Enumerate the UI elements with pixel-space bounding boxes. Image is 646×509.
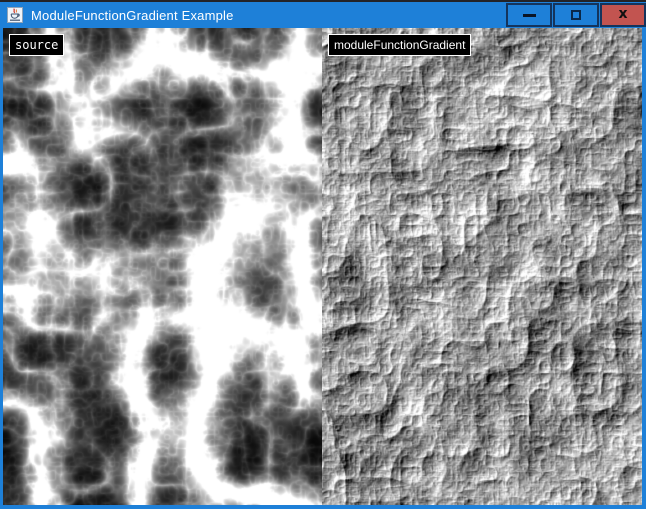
image-viewer: source moduleFunctionGradient: [3, 28, 642, 505]
minimize-icon: [523, 14, 536, 17]
maximize-button[interactable]: [553, 3, 599, 27]
source-image-label: source: [9, 34, 64, 56]
app-window: ModuleFunctionGradient Example x source …: [0, 0, 646, 509]
window-controls: x: [506, 1, 646, 29]
gradient-image-label: moduleFunctionGradient: [328, 34, 471, 56]
java-coffee-cup-icon: [7, 7, 23, 23]
close-icon: x: [618, 7, 627, 21]
gradient-image: [322, 28, 642, 505]
minimize-button[interactable]: [506, 3, 552, 27]
window-title: ModuleFunctionGradient Example: [31, 8, 234, 23]
source-image: [3, 28, 322, 505]
close-button[interactable]: x: [600, 3, 646, 27]
gradient-panel: moduleFunctionGradient: [322, 28, 642, 505]
maximize-icon: [571, 10, 581, 20]
source-panel: source: [3, 28, 322, 505]
titlebar[interactable]: ModuleFunctionGradient Example x: [0, 0, 646, 28]
